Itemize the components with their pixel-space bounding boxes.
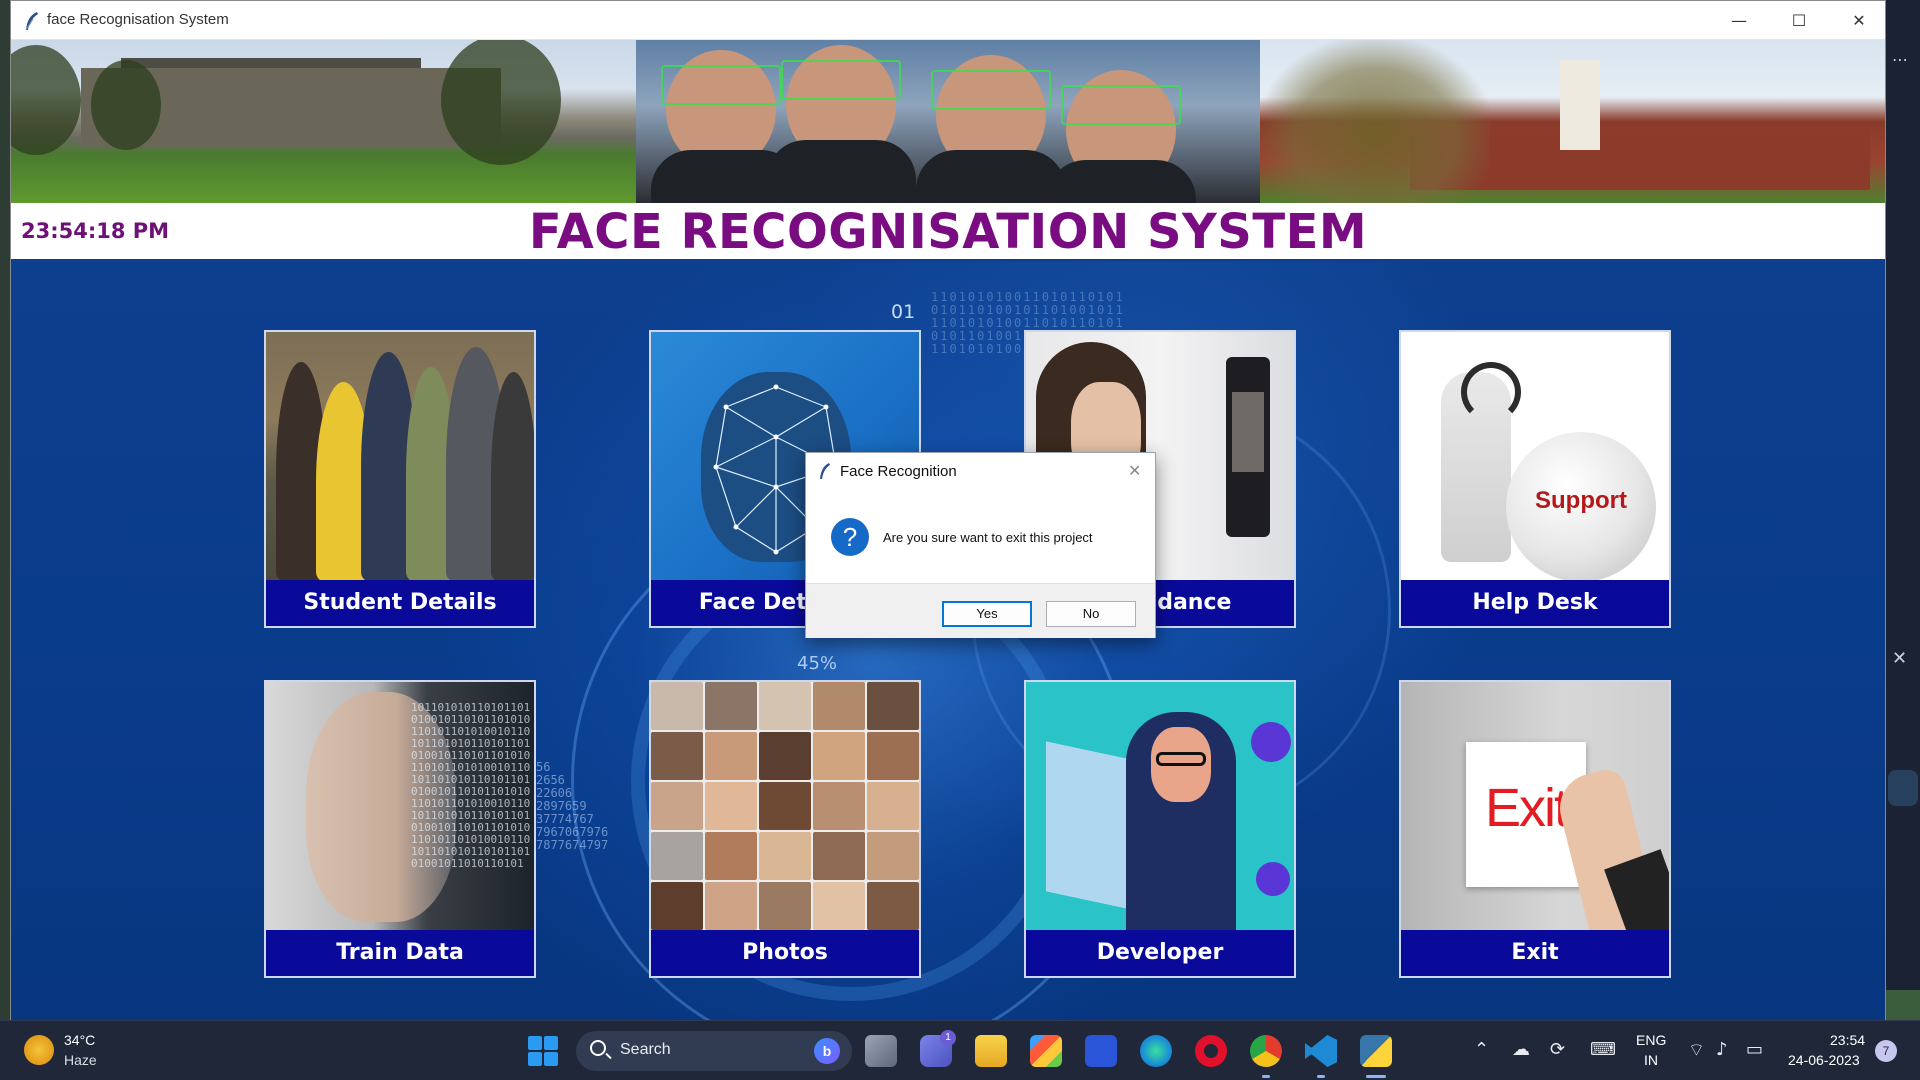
battery-icon[interactable]: ▭ xyxy=(1746,1039,1763,1060)
no-button[interactable]: No xyxy=(1046,601,1136,627)
photos-image[interactable] xyxy=(651,682,919,930)
search-icon xyxy=(590,1040,606,1056)
vscode-icon[interactable] xyxy=(1305,1035,1337,1067)
design-app-icon[interactable] xyxy=(1085,1035,1117,1067)
task-view-icon[interactable] xyxy=(865,1035,897,1067)
edge-icon[interactable] xyxy=(1140,1035,1172,1067)
dialog-message: Are you sure want to exit this project xyxy=(883,530,1093,545)
title-bar: face Recognisation System — ☐ ✕ xyxy=(11,1,1885,40)
teams-badge: 1 xyxy=(940,1030,956,1046)
vscode-running-indicator xyxy=(1317,1075,1325,1078)
photos-label[interactable]: Photos xyxy=(651,930,919,976)
python-icon[interactable] xyxy=(1360,1035,1392,1067)
header-banner xyxy=(11,40,1886,203)
exit-image[interactable]: Exit xyxy=(1401,682,1669,930)
banner-faces-image xyxy=(635,40,1261,203)
language-code[interactable]: ENG xyxy=(1636,1032,1666,1048)
chevron-up-icon[interactable]: ⌃ xyxy=(1474,1039,1489,1060)
chrome-icon[interactable] xyxy=(1250,1035,1282,1067)
yes-button[interactable]: Yes xyxy=(942,601,1032,627)
desktop-widget xyxy=(1888,770,1918,806)
developer-button[interactable]: Developer xyxy=(1024,680,1296,978)
dialog-title: Face Recognition xyxy=(840,463,957,480)
help-desk-label[interactable]: Help Desk xyxy=(1401,580,1669,626)
close-window-button[interactable]: ✕ xyxy=(1829,1,1889,40)
wifi-icon[interactable]: ⌔ xyxy=(1688,1039,1705,1062)
taskbar-search[interactable]: Search b xyxy=(576,1031,852,1071)
title-strip: 23:54:18 PM FACE RECOGNISATION SYSTEM xyxy=(11,203,1885,261)
desktop-close-icon: ✕ xyxy=(1892,648,1908,669)
desktop-left-edge xyxy=(0,0,10,1020)
keyboard-icon[interactable]: ⌨ xyxy=(1590,1039,1616,1060)
bg-label-01: 01 xyxy=(891,301,916,323)
student-details-image[interactable] xyxy=(266,332,534,580)
sync-icon[interactable]: ⟳ xyxy=(1550,1039,1565,1060)
taskbar-time[interactable]: 23:54 xyxy=(1830,1032,1865,1048)
onedrive-icon[interactable]: ☁ xyxy=(1512,1039,1530,1060)
dialog-close-icon[interactable]: ✕ xyxy=(1128,461,1141,480)
developer-label[interactable]: Developer xyxy=(1026,930,1294,976)
windows-start-icon[interactable] xyxy=(528,1036,558,1066)
student-details-button[interactable]: Student Details xyxy=(264,330,536,628)
help-desk-image[interactable]: Support xyxy=(1401,332,1669,580)
page-title: FACE RECOGNISATION SYSTEM xyxy=(528,204,1368,260)
desktop-more-icon: ⋯ xyxy=(1892,50,1908,69)
bg-label-percent: 45% xyxy=(797,653,838,674)
taskbar-date[interactable]: 24-06-2023 xyxy=(1788,1052,1860,1068)
developer-image[interactable] xyxy=(1026,682,1294,930)
search-placeholder[interactable]: Search xyxy=(620,1041,671,1059)
notification-count-badge[interactable]: 7 xyxy=(1875,1040,1897,1062)
dialog-feather-icon xyxy=(820,463,830,479)
train-data-label[interactable]: Train Data xyxy=(266,930,534,976)
exit-confirm-dialog: Face Recognition ✕ ? Are you sure want t… xyxy=(805,452,1156,638)
weather-temperature[interactable]: 34°C xyxy=(64,1032,95,1048)
file-explorer-icon[interactable] xyxy=(975,1035,1007,1067)
bing-icon[interactable]: b xyxy=(814,1038,840,1064)
app-window: face Recognisation System — ☐ ✕ 23:54:18… xyxy=(10,0,1886,1021)
opera-icon[interactable] xyxy=(1195,1035,1227,1067)
train-data-image[interactable]: 1011010101101011010100101101011010101101… xyxy=(266,682,534,930)
microsoft-store-icon[interactable] xyxy=(1030,1035,1062,1067)
volume-icon[interactable]: ♪ xyxy=(1716,1039,1728,1060)
banner-campus-building-image xyxy=(1260,40,1886,203)
weather-description[interactable]: Haze xyxy=(64,1052,97,1068)
weather-haze-icon[interactable] xyxy=(24,1035,54,1065)
student-details-label[interactable]: Student Details xyxy=(266,580,534,626)
language-region[interactable]: IN xyxy=(1644,1052,1658,1068)
chrome-running-indicator xyxy=(1262,1075,1270,1078)
question-icon: ? xyxy=(831,518,869,556)
exit-button[interactable]: Exit Exit xyxy=(1399,680,1671,978)
banner-campus-image xyxy=(11,40,636,203)
maximize-button[interactable]: ☐ xyxy=(1769,1,1829,40)
taskbar: 34°C Haze Search b 1 ⌃ ☁ ⟳ ⌨ ENG IN ⌔ ♪ … xyxy=(0,1020,1920,1080)
desktop-strip xyxy=(1886,990,1920,1020)
dialog-body: ? Are you sure want to exit this project xyxy=(806,489,1155,583)
minimize-button[interactable]: — xyxy=(1709,1,1769,40)
desktop-right-edge: ⋯ ✕ xyxy=(1886,0,1920,1020)
window-title: face Recognisation System xyxy=(47,11,229,28)
support-text: Support xyxy=(1535,487,1627,514)
dialog-title-bar: Face Recognition ✕ xyxy=(806,453,1155,489)
train-data-button[interactable]: 1011010101101011010100101101011010101101… xyxy=(264,680,536,978)
python-active-indicator xyxy=(1366,1075,1386,1078)
exit-label[interactable]: Exit xyxy=(1401,930,1669,976)
photos-button[interactable]: Photos xyxy=(649,680,921,978)
help-desk-button[interactable]: Support Help Desk xyxy=(1399,330,1671,628)
feather-icon xyxy=(25,12,38,31)
